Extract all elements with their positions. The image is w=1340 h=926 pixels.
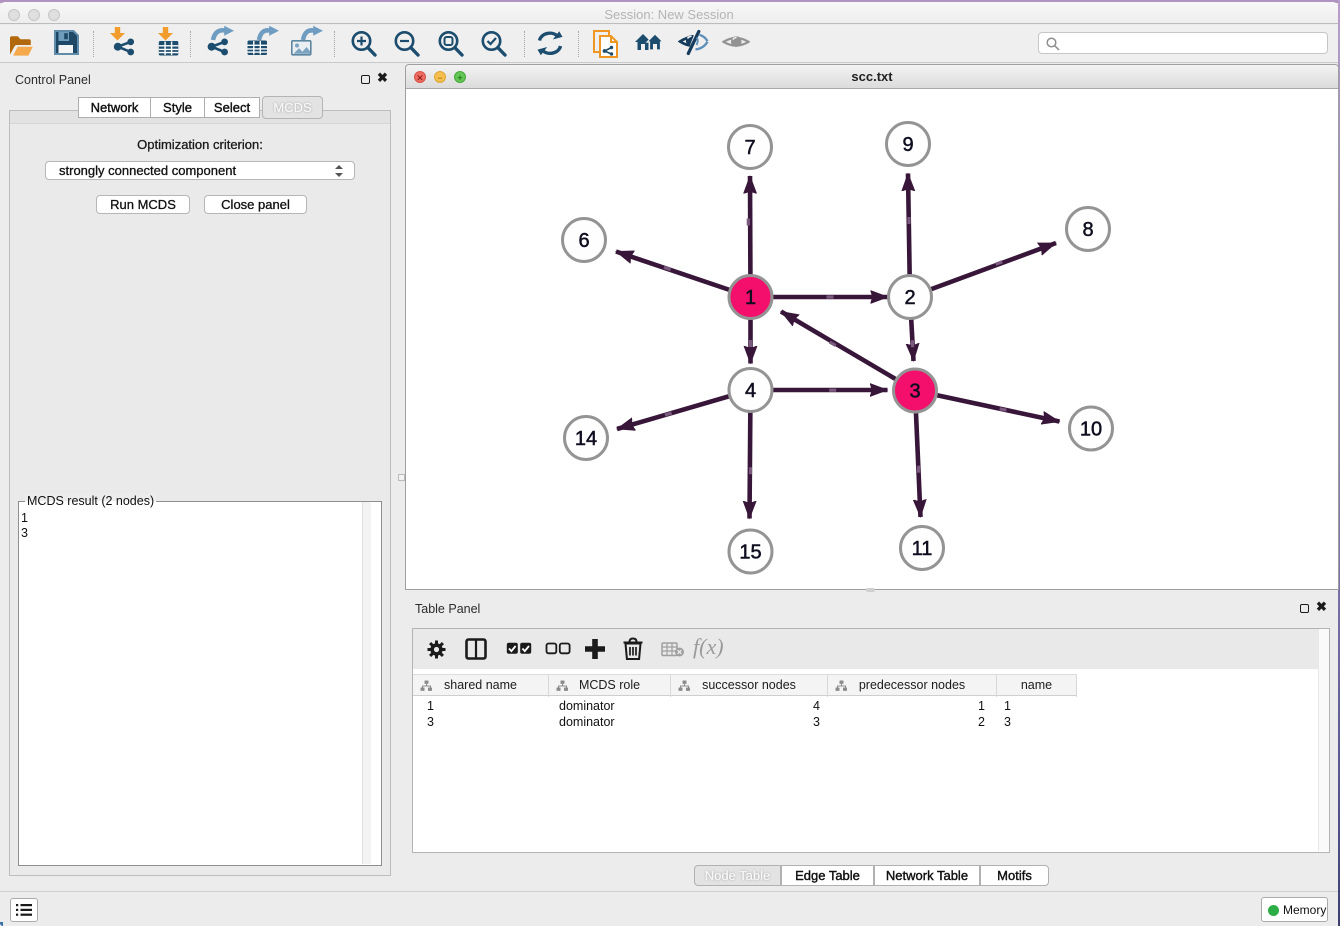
svg-text:9: 9: [902, 134, 913, 156]
svg-text:1: 1: [745, 287, 756, 309]
svg-text:4: 4: [745, 380, 756, 402]
svg-text:14: 14: [575, 428, 597, 450]
svg-text:8: 8: [1082, 219, 1093, 241]
svg-text:10: 10: [1080, 419, 1102, 441]
svg-text:6: 6: [578, 230, 589, 252]
svg-text:3: 3: [909, 381, 920, 403]
svg-text:11: 11: [912, 538, 933, 560]
svg-text:15: 15: [739, 542, 761, 564]
svg-text:2: 2: [904, 287, 915, 309]
svg-text:7: 7: [744, 137, 755, 159]
